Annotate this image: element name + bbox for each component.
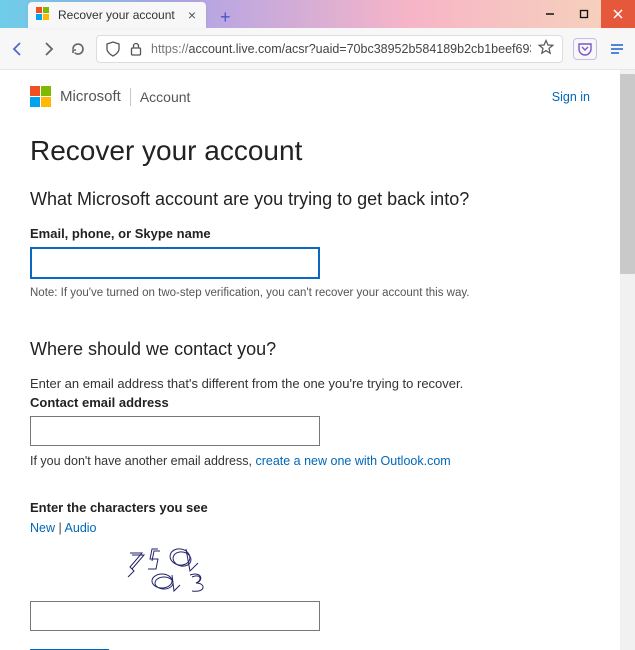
window-maximize-button[interactable] xyxy=(567,0,601,28)
header-section: Account xyxy=(140,89,191,105)
window-close-button[interactable] xyxy=(601,0,635,28)
save-to-pocket-icon[interactable] xyxy=(573,38,597,60)
vertical-scrollbar[interactable] xyxy=(620,70,635,650)
app-menu-icon[interactable] xyxy=(609,41,625,57)
microsoft-logo-icon xyxy=(30,86,51,107)
account-input[interactable] xyxy=(30,247,320,279)
contact-field-label: Contact email address xyxy=(30,395,590,410)
url-text: https://account.live.com/acsr?uaid=70bc3… xyxy=(151,42,531,56)
microsoft-header: Microsoft Account Sign in xyxy=(30,84,590,113)
tab-title: Recover your account xyxy=(58,8,180,22)
alt-email-line: If you don't have another email address,… xyxy=(30,454,590,468)
captcha-label: Enter the characters you see xyxy=(30,500,590,515)
page-content: Microsoft Account Sign in Recover your a… xyxy=(0,70,620,650)
lock-icon[interactable] xyxy=(128,41,144,57)
section-contact-heading: Where should we contact you? xyxy=(30,339,590,360)
address-bar[interactable]: https://account.live.com/acsr?uaid=70bc3… xyxy=(96,35,563,63)
contact-email-input[interactable] xyxy=(30,416,320,446)
brand-name: Microsoft xyxy=(60,88,121,105)
reload-button[interactable] xyxy=(70,41,86,57)
tab-strip: Recover your account × + xyxy=(28,0,237,28)
captcha-audio-link[interactable]: Audio xyxy=(65,521,97,535)
two-step-note: Note: If you've turned on two-step verif… xyxy=(30,287,590,299)
page-title: Recover your account xyxy=(30,135,590,167)
new-tab-button[interactable]: + xyxy=(214,6,237,28)
tracking-shield-icon[interactable] xyxy=(105,41,121,57)
captcha-image xyxy=(90,541,290,595)
section-account-heading: What Microsoft account are you trying to… xyxy=(30,189,590,210)
sign-in-link[interactable]: Sign in xyxy=(552,90,590,104)
window-minimize-button[interactable] xyxy=(533,0,567,28)
account-field-label: Email, phone, or Skype name xyxy=(30,226,590,241)
create-outlook-link[interactable]: create a new one with Outlook.com xyxy=(255,454,450,468)
browser-toolbar: https://account.live.com/acsr?uaid=70bc3… xyxy=(0,28,635,70)
bookmark-star-icon[interactable] xyxy=(538,39,554,58)
browser-tab-active[interactable]: Recover your account × xyxy=(28,2,206,28)
captcha-new-link[interactable]: New xyxy=(30,521,55,535)
contact-helper-text: Enter an email address that's different … xyxy=(30,376,590,391)
tab-close-button[interactable]: × xyxy=(186,7,198,23)
tab-favicon-icon xyxy=(36,7,52,23)
captcha-input[interactable] xyxy=(30,601,320,631)
back-button[interactable] xyxy=(10,41,26,57)
forward-button[interactable] xyxy=(40,41,56,57)
scrollbar-thumb[interactable] xyxy=(620,74,635,274)
header-divider xyxy=(130,88,131,106)
